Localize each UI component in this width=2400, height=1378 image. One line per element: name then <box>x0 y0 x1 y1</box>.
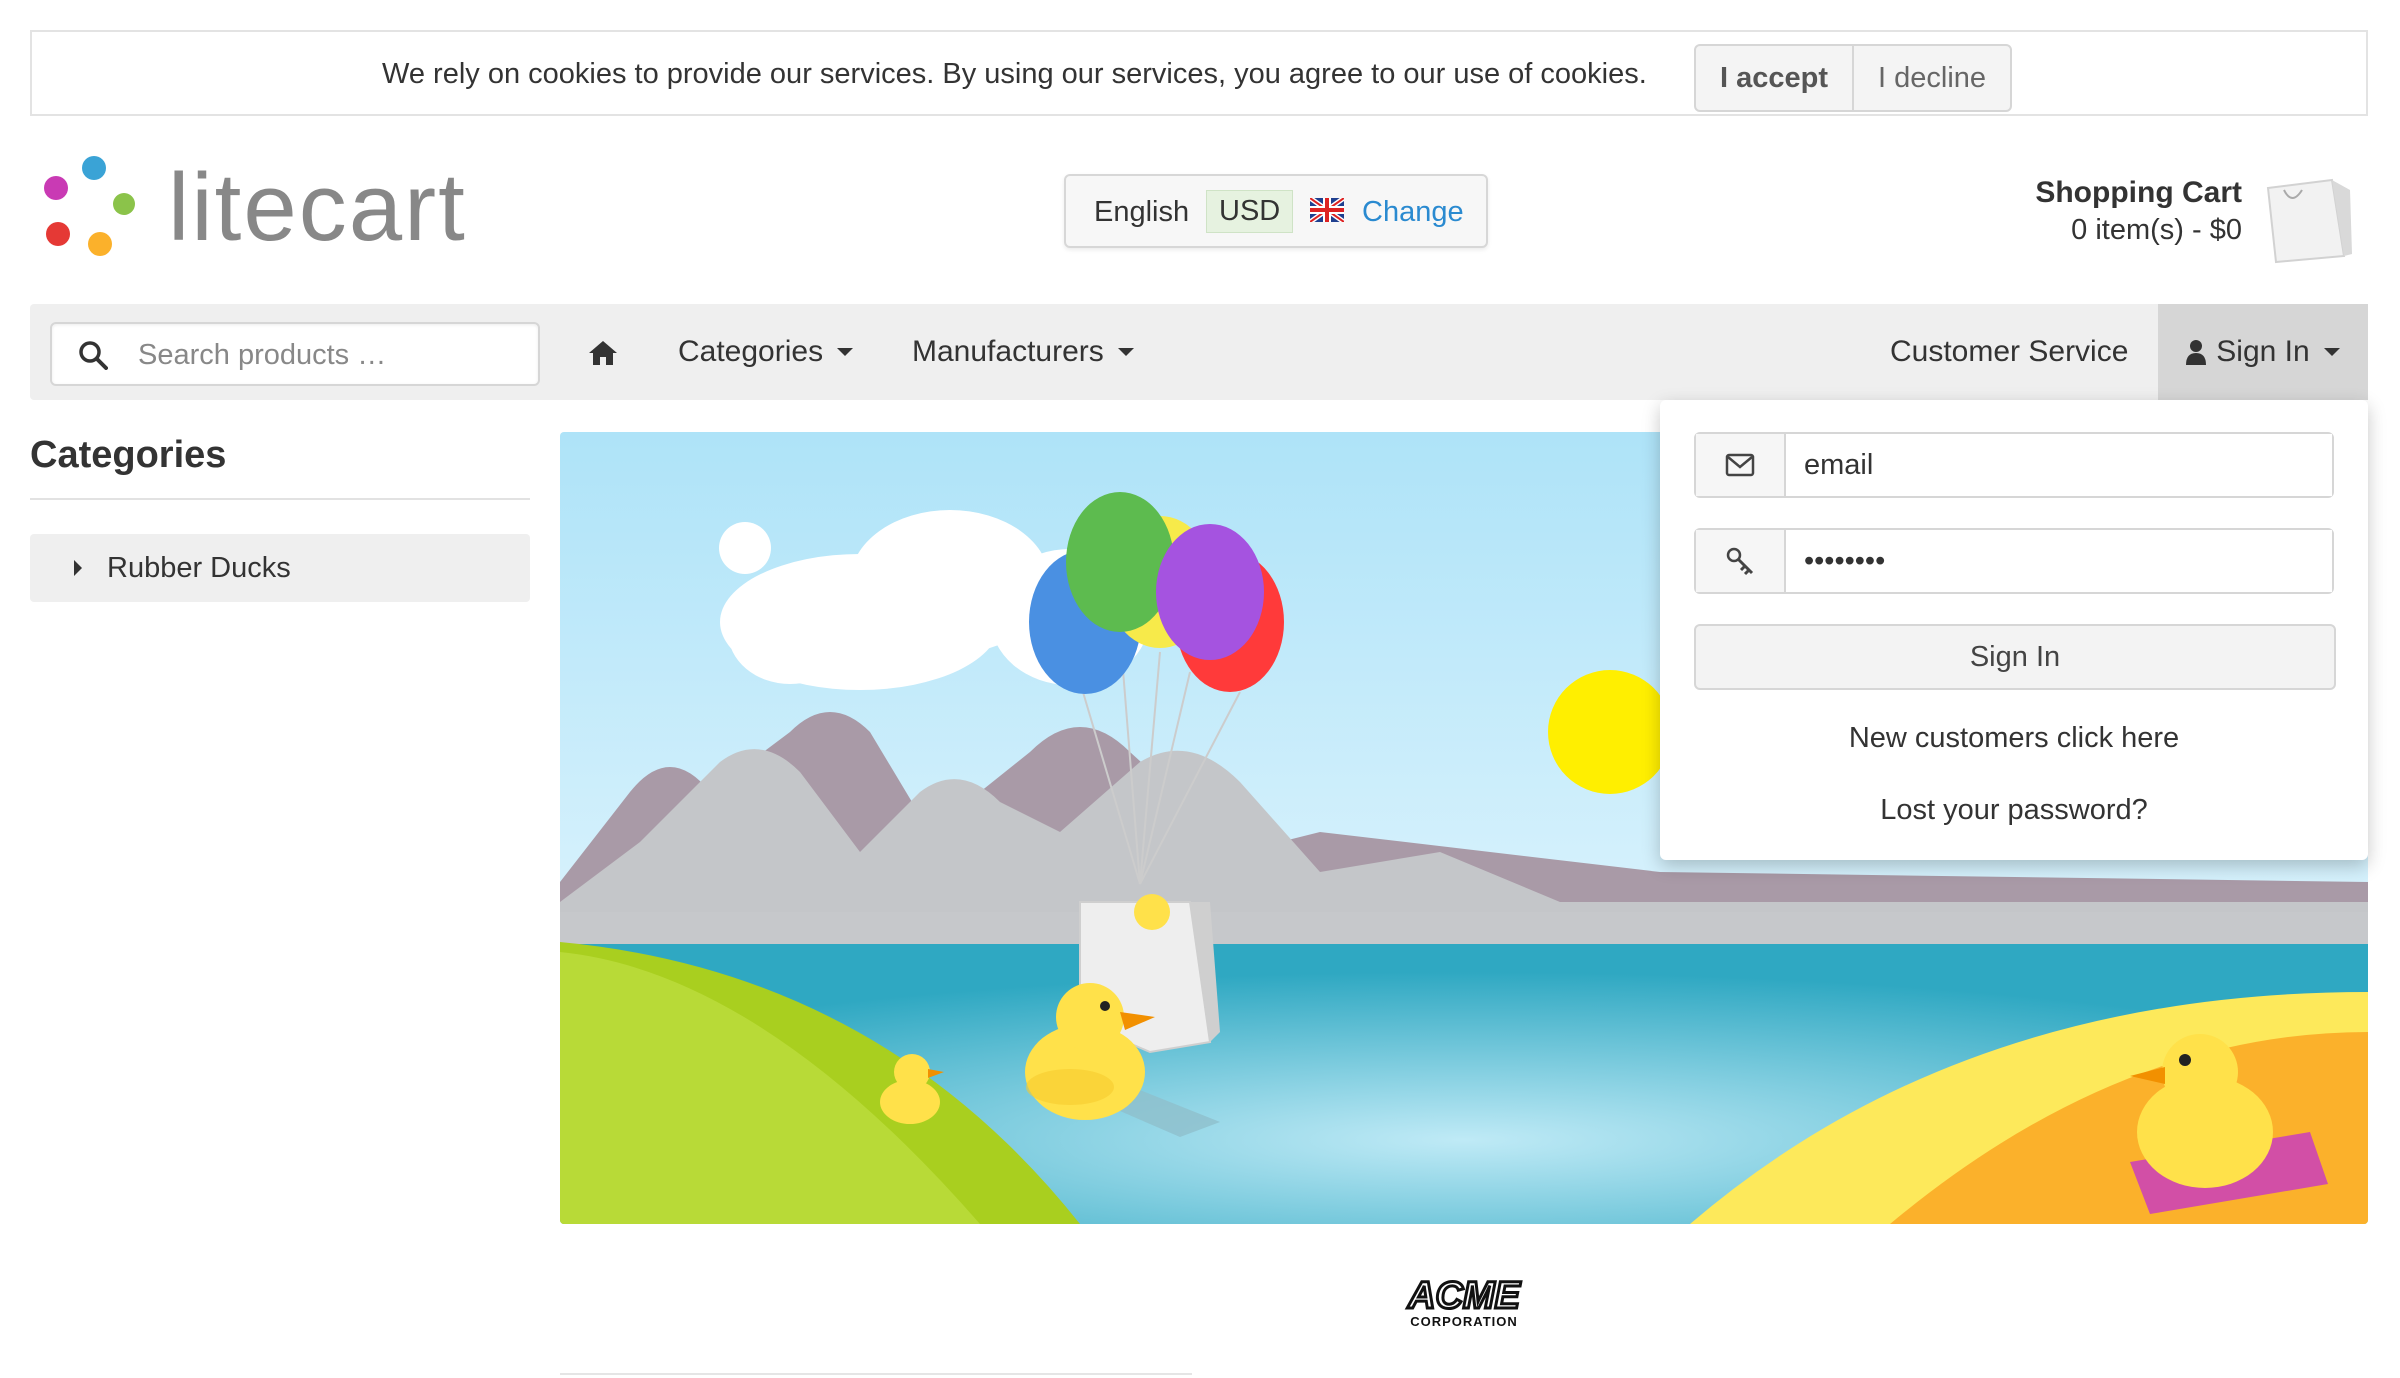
nav-categories-dropdown[interactable]: Categories <box>678 304 854 400</box>
user-icon <box>2186 340 2207 365</box>
password-field-group <box>1694 528 2334 594</box>
divider <box>560 1373 1192 1375</box>
svg-text:CORPORATION: CORPORATION <box>1410 1314 1518 1329</box>
currency-badge: USD <box>1206 190 1294 233</box>
nav-categories-label: Categories <box>678 335 824 368</box>
new-customers-link[interactable]: New customers click here <box>1660 722 2368 755</box>
svg-text:ACME: ACME <box>1407 1275 1522 1317</box>
shopping-bag-icon[interactable] <box>2262 170 2354 266</box>
chevron-down-icon <box>2323 348 2340 356</box>
acme-manufacturer-logo[interactable]: ACME CORPORATION <box>1396 1270 1532 1332</box>
nav-sign-in-label: Sign In <box>2216 335 2310 368</box>
caret-right-icon <box>74 560 82 576</box>
divider <box>30 498 530 500</box>
main-navbar: Categories Manufacturers Customer Servic… <box>30 304 2368 400</box>
cookie-notice-text: We rely on cookies to provide our servic… <box>382 58 1647 90</box>
sidebar-heading: Categories <box>30 434 227 476</box>
logo-wordmark: litecart <box>168 154 467 261</box>
envelope-icon <box>1696 434 1786 496</box>
nav-sign-in-dropdown[interactable]: Sign In <box>2158 304 2368 400</box>
language-label: English <box>1094 196 1190 228</box>
nav-customer-service-link[interactable]: Customer Service <box>1890 304 2128 400</box>
sidebar-item-rubber-ducks[interactable]: Rubber Ducks <box>30 534 530 602</box>
chevron-down-icon <box>837 348 854 356</box>
cart-title[interactable]: Shopping Cart <box>2035 176 2242 210</box>
sign-in-dropdown-menu: Sign In New customers click here Lost yo… <box>1660 400 2368 860</box>
home-icon[interactable] <box>588 340 618 366</box>
uk-flag-icon <box>1310 198 1344 222</box>
email-input[interactable] <box>1786 434 2332 496</box>
cart-summary[interactable]: 0 item(s) - $0 <box>2071 214 2242 247</box>
search-box[interactable] <box>50 322 540 386</box>
nav-manufacturers-label: Manufacturers <box>912 335 1104 368</box>
cookie-accept-button[interactable]: I accept <box>1696 46 1854 110</box>
change-region-link[interactable]: Change <box>1362 196 1464 229</box>
sign-in-submit-button[interactable]: Sign In <box>1694 624 2336 690</box>
region-selector[interactable]: English USD Change <box>1064 174 1488 248</box>
search-icon <box>79 341 108 370</box>
key-icon <box>1696 530 1786 592</box>
logo-dots-icon <box>44 156 135 256</box>
lost-password-link[interactable]: Lost your password? <box>1660 794 2368 827</box>
cookie-decline-button[interactable]: I decline <box>1854 46 2010 110</box>
cookie-notice-bar: We rely on cookies to provide our servic… <box>30 30 2368 116</box>
nav-manufacturers-dropdown[interactable]: Manufacturers <box>912 304 1134 400</box>
password-input[interactable] <box>1786 530 2332 592</box>
search-input[interactable] <box>136 332 530 378</box>
chevron-down-icon <box>1117 348 1134 356</box>
sidebar-item-label: Rubber Ducks <box>107 552 291 584</box>
email-field-group <box>1694 432 2334 498</box>
cookie-button-group: I accept I decline <box>1694 44 2013 112</box>
nav-customer-service-label: Customer Service <box>1890 335 2129 368</box>
